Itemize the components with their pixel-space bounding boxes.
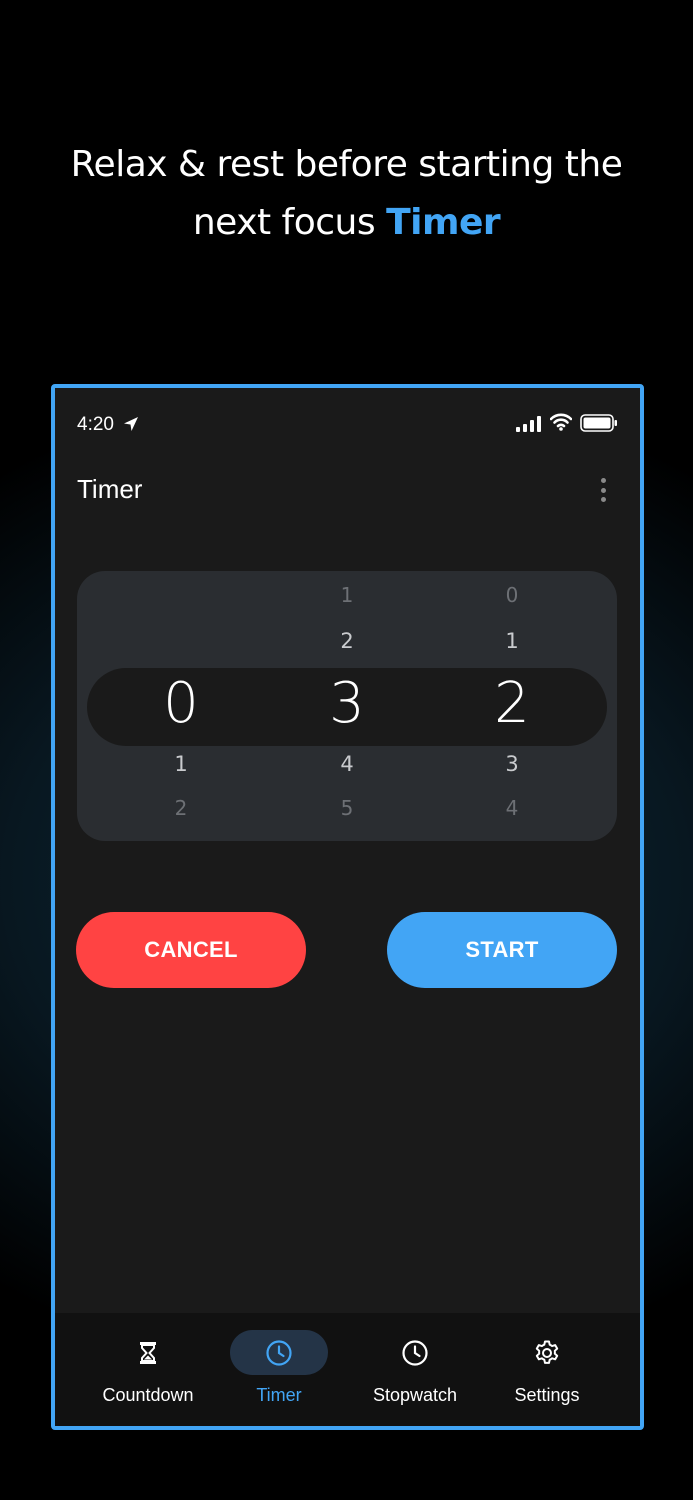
nav-label-settings: Settings xyxy=(514,1385,580,1405)
status-time: 4:20 xyxy=(77,414,114,435)
nav-item-settings[interactable]: Settings xyxy=(482,1313,612,1426)
minutes-below-far: 5 xyxy=(340,796,354,820)
battery-icon xyxy=(580,414,617,432)
hours-wheel[interactable]: 0 1 2 xyxy=(121,571,241,841)
phone-frame: 4:20 Timer 0 1 2 1 2 3 4 5 0 1 2 3 4 CAN… xyxy=(51,384,644,1430)
cellular-signal-icon xyxy=(516,416,541,432)
clock-icon xyxy=(402,1340,428,1366)
headline-line-2: next focus Timer xyxy=(0,194,693,252)
clock-icon xyxy=(266,1340,292,1366)
seconds-wheel[interactable]: 0 1 2 3 4 xyxy=(452,571,572,841)
nav-item-stopwatch[interactable]: Stopwatch xyxy=(350,1313,480,1426)
seconds-selected-value: 2 xyxy=(494,671,530,736)
seconds-below-far: 4 xyxy=(505,796,519,820)
hours-below-far: 2 xyxy=(174,796,188,820)
nav-label-countdown: Countdown xyxy=(102,1385,194,1405)
nav-label-stopwatch: Stopwatch xyxy=(372,1385,458,1405)
location-arrow-icon xyxy=(124,417,138,431)
start-button[interactable]: START xyxy=(387,912,617,988)
seconds-below-near: 3 xyxy=(505,752,519,776)
time-picker: 0 1 2 1 2 3 4 5 0 1 2 3 4 xyxy=(77,571,617,841)
seconds-above-far: 0 xyxy=(505,583,519,607)
more-vert-icon xyxy=(600,478,606,483)
minutes-above-near: 2 xyxy=(340,629,354,653)
headline-line-2-prefix: next focus xyxy=(192,202,387,243)
hourglass-icon xyxy=(140,1342,156,1364)
bottom-navigation: Countdown Timer Stopwatch Settings xyxy=(55,1313,640,1426)
cancel-button[interactable]: CANCEL xyxy=(76,912,306,988)
page-title: Timer xyxy=(77,474,143,504)
nav-item-timer[interactable]: Timer xyxy=(214,1313,344,1426)
minutes-above-far: 1 xyxy=(340,583,354,607)
gear-icon xyxy=(535,1340,559,1364)
minutes-selected-value: 3 xyxy=(329,671,365,736)
status-bar: 4:20 xyxy=(55,388,640,454)
headline-line-1: Relax & rest before starting the xyxy=(70,144,623,185)
promo-headline: Relax & rest before starting the next fo… xyxy=(0,136,693,252)
headline-accent-word: Timer xyxy=(386,202,501,243)
more-options-button[interactable] xyxy=(591,476,615,504)
seconds-above-near: 1 xyxy=(505,629,519,653)
hours-below-near: 1 xyxy=(174,752,188,776)
hours-selected-value: 0 xyxy=(163,671,199,736)
minutes-wheel[interactable]: 1 2 3 4 5 xyxy=(287,571,407,841)
minutes-below-near: 4 xyxy=(340,752,354,776)
nav-label-timer: Timer xyxy=(256,1385,302,1405)
wifi-icon xyxy=(550,413,572,431)
nav-item-countdown[interactable]: Countdown xyxy=(83,1313,213,1426)
